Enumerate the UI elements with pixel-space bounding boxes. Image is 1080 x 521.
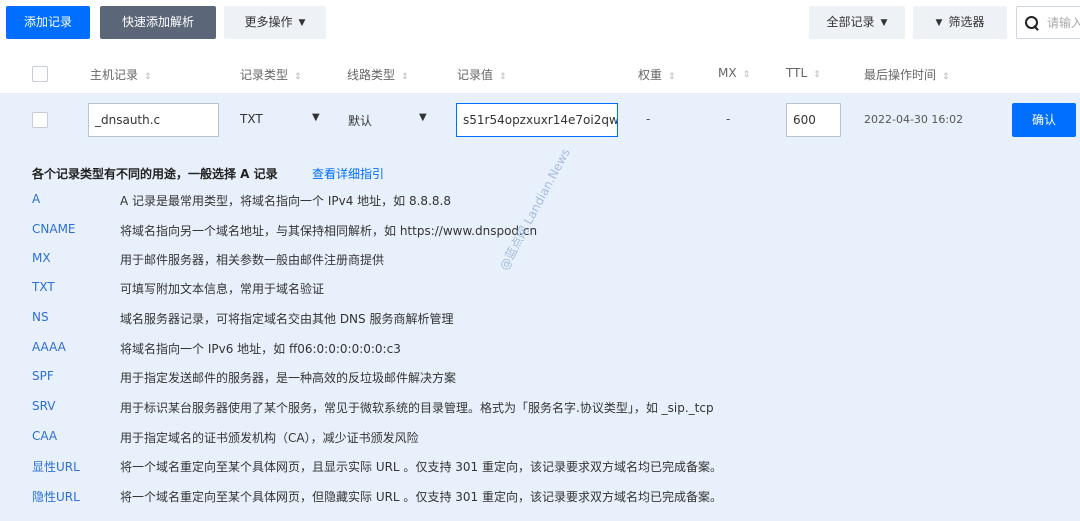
help-item: MX 用于邮件服务器，相关参数一般由邮件注册商提供 xyxy=(0,251,1080,271)
column-record-type-label: 记录类型 xyxy=(240,68,289,82)
host-input[interactable]: _dnsauth.c xyxy=(88,103,219,137)
help-item-type: 隐性URL xyxy=(32,490,80,504)
column-mx[interactable]: MX ⇕ xyxy=(718,66,750,80)
weight-value: - xyxy=(646,112,651,126)
sort-icon: ⇕ xyxy=(401,72,409,82)
help-item: CNAME 将域名指向另一个域名地址，与其保持相同解析，如 https://ww… xyxy=(0,222,1080,242)
column-ttl-label: TTL xyxy=(786,66,808,80)
help-item-desc: 用于邮件服务器，相关参数一般由邮件注册商提供 xyxy=(120,253,385,267)
help-title: 各个记录类型有不同的用途，一般选择 A 记录 xyxy=(32,167,278,181)
ttl-input[interactable]: 600 xyxy=(786,103,841,137)
help-item-type: NS xyxy=(32,310,49,324)
more-actions-button[interactable]: 更多操作 ▼ xyxy=(224,6,326,39)
help-item-desc: 可填写附加文本信息，常用于域名验证 xyxy=(120,282,325,296)
more-actions-label: 更多操作 xyxy=(244,15,293,29)
help-item-type: A xyxy=(32,192,41,206)
search-box[interactable] xyxy=(1016,6,1080,39)
search-input[interactable] xyxy=(1047,15,1080,30)
column-record-value[interactable]: 记录值 ⇕ xyxy=(457,66,507,83)
help-item-type: MX xyxy=(32,251,51,265)
help-item-desc: 将域名指向另一个域名地址，与其保持相同解析，如 https://www.dnsp… xyxy=(120,224,538,238)
sort-icon: ⇕ xyxy=(942,72,950,82)
help-item-desc: 将一个域名重定向至某个具体网页，但隐藏实际 URL 。仅支持 301 重定向，该… xyxy=(120,490,722,504)
help-item: NS 域名服务器记录，可将指定域名交由其他 DNS 服务商解析管理 xyxy=(0,310,1080,330)
help-item-desc: 用于标识某台服务器使用了某个服务，常见于微软系统的目录管理。格式为「服务名字.协… xyxy=(120,401,714,415)
help-item: 显性URL 将一个域名重定向至某个具体网页，且显示实际 URL 。仅支持 301… xyxy=(0,458,1080,478)
caret-down-icon: ▼ xyxy=(298,18,306,28)
help-item: 隐性URL 将一个域名重定向至某个具体网页，但隐藏实际 URL 。仅支持 301… xyxy=(0,488,1080,508)
filter-button[interactable]: ▼ 筛选器 xyxy=(913,6,1007,39)
table-header: 主机记录 ⇕ 记录类型 ⇕ 线路类型 ⇕ 记录值 ⇕ 权重 ⇕ MX ⇕ TTL ⇕ 最后操作… xyxy=(0,54,1080,94)
column-line-type[interactable]: 线路类型 ⇕ xyxy=(347,66,409,83)
help-item: SPF 用于指定发送邮件的服务器，是一种高效的反垃圾邮件解决方案 xyxy=(0,369,1080,389)
help-guide-link[interactable]: 查看详细指引 xyxy=(312,165,384,182)
help-item-type: 显性URL xyxy=(32,460,80,474)
caret-down-icon[interactable]: ▼ xyxy=(419,112,427,123)
column-last-modified[interactable]: 最后操作时间 ⇕ xyxy=(864,66,950,83)
sort-icon: ⇕ xyxy=(742,70,751,80)
search-icon xyxy=(1025,15,1039,30)
help-item-type: CNAME xyxy=(32,222,76,236)
column-weight[interactable]: 权重 ⇕ xyxy=(638,66,676,83)
line-type-select[interactable]: 默认 xyxy=(348,112,372,129)
help-item-type: CAA xyxy=(32,429,58,443)
column-host[interactable]: 主机记录 ⇕ xyxy=(90,66,152,83)
sort-icon: ⇕ xyxy=(144,72,152,82)
help-item: TXT 可填写附加文本信息，常用于域名验证 xyxy=(0,280,1080,300)
all-records-label: 全部记录 xyxy=(826,15,875,29)
quick-add-label: 快速添加解析 xyxy=(121,15,194,29)
caret-down-icon[interactable]: ▼ xyxy=(312,112,320,123)
sort-icon: ⇕ xyxy=(294,72,302,82)
add-record-label: 添加记录 xyxy=(23,15,72,29)
column-record-value-label: 记录值 xyxy=(457,68,494,82)
mx-value: - xyxy=(726,112,731,126)
select-all-checkbox[interactable] xyxy=(32,66,48,82)
toolbar: 添加记录 快速添加解析 更多操作 ▼ 全部记录 ▼ ▼ 筛选器 xyxy=(0,0,1080,48)
caret-down-icon: ▼ xyxy=(880,18,888,28)
help-item: AAAA 将域名指向一个 IPv6 地址，如 ff06:0:0:0:0:0:0:… xyxy=(0,340,1080,360)
edit-record-row: _dnsauth.c TXT ▼ 默认 ▼ s51r54opzxuxr14e7o… xyxy=(0,94,1080,146)
last-modified-time: 2022-04-30 16:02 xyxy=(864,113,964,126)
help-item-type: SPF xyxy=(32,369,54,383)
sort-icon: ⇕ xyxy=(499,72,507,82)
help-item-desc: 用于指定域名的证书颁发机构（CA），减少证书颁发风险 xyxy=(120,431,419,445)
column-mx-label: MX xyxy=(718,66,737,80)
help-item-desc: 将一个域名重定向至某个具体网页，且显示实际 URL 。仅支持 301 重定向，该… xyxy=(120,460,722,474)
column-line-type-label: 线路类型 xyxy=(347,68,396,82)
column-record-type[interactable]: 记录类型 ⇕ xyxy=(240,66,302,83)
help-item-type: SRV xyxy=(32,399,56,413)
sort-icon: ⇕ xyxy=(813,70,821,80)
sort-icon: ⇕ xyxy=(668,72,676,82)
quick-add-button[interactable]: 快速添加解析 xyxy=(100,6,216,39)
help-item-desc: A 记录是最常用类型，将域名指向一个 IPv4 地址，如 8.8.8.8 xyxy=(120,194,451,208)
column-ttl[interactable]: TTL ⇕ xyxy=(786,66,821,80)
column-weight-label: 权重 xyxy=(638,68,663,82)
column-host-label: 主机记录 xyxy=(90,68,139,82)
row-checkbox[interactable] xyxy=(32,112,48,128)
filter-label: 筛选器 xyxy=(948,15,985,29)
help-item: CAA 用于指定域名的证书颁发机构（CA），减少证书颁发风险 xyxy=(0,429,1080,449)
funnel-icon: ▼ xyxy=(935,18,943,28)
help-item-type: AAAA xyxy=(32,340,66,354)
help-item-desc: 用于指定发送邮件的服务器，是一种高效的反垃圾邮件解决方案 xyxy=(120,371,457,385)
all-records-dropdown[interactable]: 全部记录 ▼ xyxy=(809,6,905,39)
confirm-button[interactable]: 确认 xyxy=(1012,103,1076,137)
help-item-desc: 将域名指向一个 IPv6 地址，如 ff06:0:0:0:0:0:0:c3 xyxy=(120,342,401,356)
add-record-button[interactable]: 添加记录 xyxy=(6,6,90,39)
help-item-type: TXT xyxy=(32,280,55,294)
column-last-modified-label: 最后操作时间 xyxy=(864,68,937,82)
confirm-label: 确认 xyxy=(1031,113,1056,127)
help-item-desc: 域名服务器记录，可将指定域名交由其他 DNS 服务商解析管理 xyxy=(120,312,454,326)
help-item: SRV 用于标识某台服务器使用了某个服务，常见于微软系统的目录管理。格式为「服务… xyxy=(0,399,1080,419)
record-value-input[interactable]: s51r54opzxuxr14e7oi2qw xyxy=(456,103,618,137)
record-type-select[interactable]: TXT xyxy=(240,112,263,126)
